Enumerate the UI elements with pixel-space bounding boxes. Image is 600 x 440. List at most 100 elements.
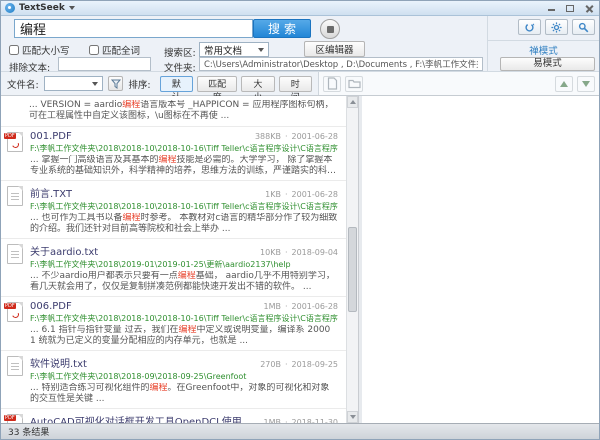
result-rows: PDF 001.PDF 388KB · 2001-06-28 F:\李帆工作文件… [1,127,346,423]
divider [488,40,599,41]
app-logo-icon [5,3,15,13]
chevron-down-icon [92,82,98,86]
result-row[interactable]: PDF 006.PDF 1MB · 2001-06-28 F:\李帆工作文件夹\… [1,297,346,351]
filter-button[interactable] [108,76,123,91]
sort-button-3[interactable]: 时间 [279,76,312,92]
prev-match-button[interactable] [555,76,573,92]
search-button[interactable]: 搜索 [253,19,311,38]
search-input[interactable] [14,19,253,38]
app-menu-caret-icon[interactable] [69,6,75,10]
result-title[interactable]: AutoCAD可视化对话框开发工具OpenDCL使用简介_兰度.pdf [30,413,255,423]
scroll-down-button[interactable] [347,411,358,423]
pdf-file-icon: PDF [7,132,23,152]
match-case-option[interactable]: 匹配大小写 [9,43,70,57]
maximize-button[interactable] [564,3,576,13]
result-title[interactable]: 关于aardio.txt [30,243,98,258]
gear-icon [551,22,562,33]
match-case-label: 匹配大小写 [22,43,70,57]
arrow-down-icon [582,81,590,87]
search-panel: 搜索 匹配大小写 匹配全词 搜索区: 常用文档 区编辑器 排除文本: 文件夹: [1,16,599,72]
result-size-date: 10KB · 2018-09-04 [252,248,338,257]
window-controls [545,3,595,13]
result-snippet: ... 特别适合练习可视化组件的编程。在Greenfoot中，对象的可视化和对象… [30,383,338,405]
result-title[interactable]: 软件说明.txt [30,355,87,370]
stop-icon [327,26,334,33]
match-case-checkbox[interactable] [9,45,19,55]
result-path: F:\李帆工作文件夹\2018\2018-09\2018-09-25\Green… [30,371,338,382]
sort-button-0[interactable]: 默认 [160,76,193,92]
result-size-date: 388KB · 2001-06-28 [247,132,338,141]
filename-dropdown[interactable] [44,76,103,91]
folder-input[interactable] [199,57,483,71]
funnel-icon [111,79,121,89]
advanced-search-button[interactable] [572,19,595,35]
scrollbar-thumb[interactable] [348,227,357,312]
arrow-up-icon [560,81,568,87]
minimize-icon [548,9,555,11]
status-bar: 33 条结果 [1,423,599,439]
easy-mode-button[interactable]: 易模式 [500,57,595,71]
txt-file-icon [7,186,23,206]
chevron-down-icon [258,48,264,52]
result-row[interactable]: 关于aardio.txt 10KB · 2018-09-04 F:\李帆工作文件… [1,239,346,297]
result-snippet: ... 不少aardio用户都表示只要有一点编程基础， aardio几乎不用特别… [30,271,338,293]
zone-label: 搜索区: [164,45,196,59]
sort-button-1[interactable]: 匹配度 [197,76,237,92]
pdf-file-icon: PDF [7,414,23,423]
result-title[interactable]: 前言.TXT [30,185,72,200]
mode-panel: 禅模式 易模式 [487,16,599,72]
result-snippet: ... 6.1 指针与指针变量 过去，我们在编程中定义或说明变量，编译系 200… [30,325,338,347]
open-folder-button[interactable] [345,76,363,92]
folder-label: 文件夹: [164,60,196,74]
sort-buttons-group: 默认匹配度大小时间 [156,76,312,92]
maximize-icon [566,5,574,12]
filename-label: 文件名: [7,77,39,91]
zone-editor-button[interactable]: 区编辑器 [304,41,365,57]
result-snippet: ... VERSION = aardio编程语言版本号 _HAPPICON = … [29,100,338,122]
result-row[interactable]: PDF AutoCAD可视化对话框开发工具OpenDCL使用简介_兰度.pdf … [1,409,346,423]
result-size-date: 1MB · 2001-06-28 [255,302,338,311]
zen-mode-link[interactable]: 禅模式 [488,43,599,57]
results-scrollbar[interactable] [346,96,358,423]
sort-toolbar: 文件名: 排序: 默认匹配度大小时间 [1,72,599,96]
result-title[interactable]: 001.PDF [30,131,72,142]
exclude-input[interactable] [58,57,151,71]
results-list: ... VERSION = aardio编程语言版本号 _HAPPICON = … [1,96,346,423]
folder-icon [348,78,361,89]
result-title[interactable]: 006.PDF [30,301,72,312]
zone-selected-value: 常用文档 [204,43,242,57]
result-row[interactable]: PDF 001.PDF 388KB · 2001-06-28 F:\李帆工作文件… [1,127,346,181]
stop-button[interactable] [320,19,340,39]
app-title: TextSeek [19,3,65,13]
preview-pane [362,96,599,423]
sort-button-2[interactable]: 大小 [241,76,274,92]
zone-dropdown[interactable]: 常用文档 [199,42,269,57]
close-button[interactable] [583,3,595,13]
match-whole-option[interactable]: 匹配全词 [89,43,140,57]
result-row[interactable]: 前言.TXT 1KB · 2001-06-28 F:\李帆工作文件夹\2018\… [1,181,346,239]
next-match-button[interactable] [577,76,595,92]
result-row[interactable]: 软件说明.txt 270B · 2018-09-25 F:\李帆工作文件夹\20… [1,351,346,409]
magnifier-icon [578,22,589,33]
result-size-date: 1KB · 2001-06-28 [257,190,338,199]
result-snippet: ... 掌握一门高级语言及其基本的编程技能是必需的。大学学习， 除了掌握本专业系… [30,155,338,177]
minimize-button[interactable] [545,3,557,13]
preview-toolbar [319,72,599,95]
refresh-button[interactable] [518,19,541,35]
settings-button[interactable] [545,19,568,35]
textseek-window: TextSeek 搜索 匹配大小写 匹配全词 搜索区: 常用文档 区编辑器 排除… [0,0,600,440]
exclude-label: 排除文本: [9,60,50,74]
document-icon [327,77,338,90]
result-snippet: ... 也可作为工具书以备编程时参考。 本教材对c语言的精华部分作了较为细致的介… [30,213,338,235]
sort-label: 排序: [128,77,150,91]
match-whole-checkbox[interactable] [89,45,99,55]
scroll-up-button[interactable] [347,96,358,108]
refresh-icon [524,22,535,33]
result-path: F:\李帆工作文件夹\2018\2018-10\2018-10-16\Tiff … [30,201,338,212]
result-size-date: 270B · 2018-09-25 [252,360,338,369]
result-count: 33 条结果 [8,425,49,438]
partial-result-snippet[interactable]: ... VERSION = aardio编程语言版本号 _HAPPICON = … [1,96,346,127]
preview-document-button[interactable] [323,76,341,92]
pdf-file-icon: PDF [7,302,23,322]
match-whole-label: 匹配全词 [102,43,140,57]
